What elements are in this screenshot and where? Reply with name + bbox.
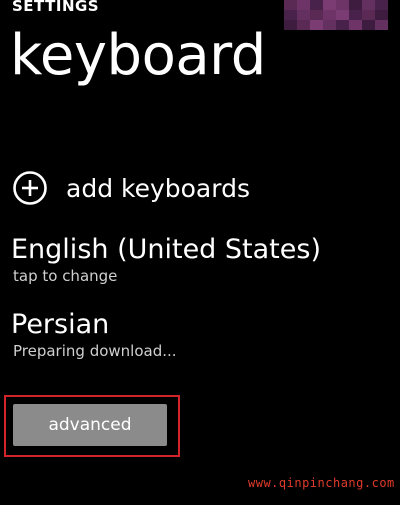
keyboard-subtitle: tap to change: [13, 267, 118, 285]
mosaic-cell: [349, 10, 362, 20]
page-title: keyboard: [10, 23, 266, 88]
mosaic-cell: [297, 20, 310, 30]
mosaic-cell: [297, 10, 310, 20]
mosaic-cell: [297, 0, 310, 10]
add-keyboards-label: add keyboards: [66, 173, 250, 203]
mosaic-cell: [284, 10, 297, 20]
mosaic-cell: [375, 10, 388, 20]
watermark-text: www.qinpinchang.com: [248, 476, 395, 490]
mosaic-cell: [323, 10, 336, 20]
mosaic-cell: [336, 0, 349, 10]
mosaic-cell: [310, 10, 323, 20]
add-keyboards-button[interactable]: add keyboards: [12, 170, 250, 206]
keyboard-item-english[interactable]: English (United States) tap to change: [11, 233, 321, 285]
mosaic-cell: [362, 10, 375, 20]
mosaic-cell: [323, 20, 336, 30]
mosaic-cell: [362, 20, 375, 30]
keyboard-name: English (United States): [11, 234, 321, 265]
keyboard-name: Persian: [11, 309, 110, 340]
mosaic-pixel-block: [284, 0, 388, 30]
mosaic-cell: [349, 20, 362, 30]
mosaic-cell: [284, 20, 297, 30]
settings-label: SETTINGS: [12, 0, 100, 15]
mosaic-cell: [284, 0, 297, 10]
mosaic-cell: [310, 0, 323, 10]
keyboard-subtitle: Preparing download...: [13, 342, 177, 360]
mosaic-cell: [375, 0, 388, 10]
mosaic-cell: [336, 10, 349, 20]
mosaic-cell: [349, 0, 362, 10]
keyboard-item-persian[interactable]: Persian Preparing download...: [11, 308, 177, 360]
mosaic-cell: [375, 20, 388, 30]
plus-circle-icon: [13, 171, 47, 205]
mosaic-cell: [310, 20, 323, 30]
advanced-button[interactable]: advanced: [13, 404, 167, 446]
mosaic-cell: [336, 20, 349, 30]
mosaic-cell: [362, 0, 375, 10]
mosaic-cell: [323, 0, 336, 10]
